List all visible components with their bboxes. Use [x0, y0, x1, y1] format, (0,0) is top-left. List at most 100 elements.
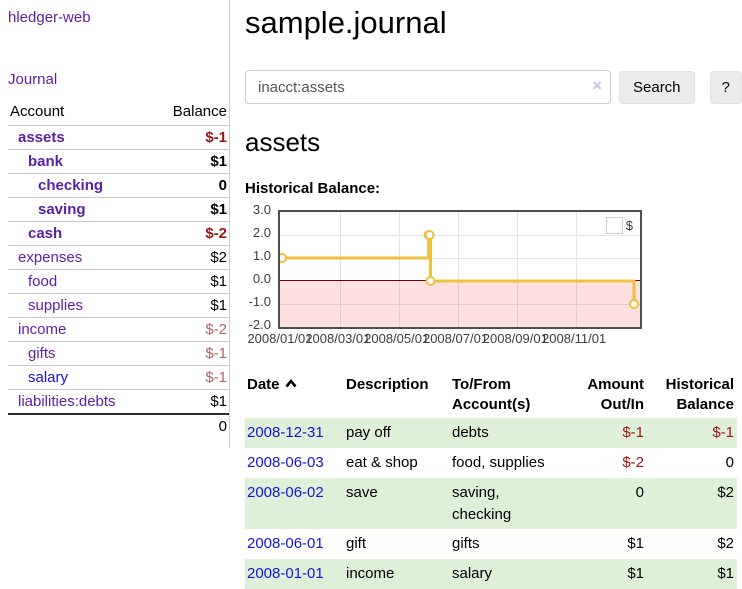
- account-row: salary $-1: [8, 366, 229, 390]
- chart-plot-area[interactable]: $: [278, 210, 642, 329]
- account-row: assets $-1: [8, 126, 229, 150]
- account-link[interactable]: assets: [18, 129, 65, 146]
- accounts-header-balance: Balance: [151, 101, 229, 126]
- register-header-amount: Amount Out/In: [566, 372, 647, 419]
- account-link[interactable]: liabilities:debts: [18, 393, 116, 410]
- transaction-accounts: salary: [450, 559, 566, 589]
- register-header-description: Description: [344, 372, 450, 419]
- transaction-row: 2008-06-01giftgifts$1$2: [245, 529, 737, 559]
- y-axis-tick-label: 1.0: [245, 249, 271, 263]
- account-row: saving $1: [8, 198, 229, 222]
- account-balance: $-2: [151, 222, 229, 246]
- transaction-description: save: [344, 478, 450, 530]
- register-header-date[interactable]: Date: [245, 372, 344, 419]
- account-name-cell: cash: [8, 222, 151, 246]
- account-balance: $-1: [151, 342, 229, 366]
- account-row: checking 0: [8, 174, 229, 198]
- legend-label: $: [626, 218, 633, 233]
- account-balance: $1: [151, 390, 229, 415]
- account-row: liabilities:debts $1: [8, 390, 229, 415]
- account-balance: $-1: [151, 126, 229, 150]
- sort-ascending-icon: [285, 378, 297, 389]
- account-balance: $-1: [151, 366, 229, 390]
- account-name-cell: expenses: [8, 246, 151, 270]
- transaction-date-link[interactable]: 2008-06-02: [247, 484, 324, 501]
- account-heading: assets: [245, 128, 742, 157]
- account-row: gifts $-1: [8, 342, 229, 366]
- account-balance: $1: [151, 150, 229, 174]
- y-axis-tick-label: -1.0: [245, 295, 271, 309]
- account-balance: $2: [151, 246, 229, 270]
- y-axis-tick-label: 3.0: [245, 203, 271, 217]
- account-row: bank $1: [8, 150, 229, 174]
- account-link[interactable]: cash: [28, 225, 62, 242]
- chart-series-line: [280, 212, 640, 327]
- account-balance: $1: [151, 198, 229, 222]
- sidebar-nav: Journal: [8, 71, 229, 88]
- transaction-amount: $-2: [566, 448, 647, 478]
- y-axis-tick-label: -2.0: [245, 318, 271, 332]
- accounts-total-spacer: [8, 414, 151, 438]
- account-link[interactable]: checking: [38, 177, 103, 194]
- transaction-date-link[interactable]: 2008-06-01: [247, 535, 324, 552]
- search-form: × Search ?: [245, 70, 742, 104]
- accounts-total-row: 0: [8, 414, 229, 438]
- transaction-balance: $2: [647, 478, 737, 530]
- transaction-balance: $-1: [647, 418, 737, 448]
- account-name-cell: bank: [8, 150, 151, 174]
- transaction-date-cell: 2008-01-01: [245, 559, 344, 589]
- account-name-cell: gifts: [8, 342, 151, 366]
- search-input[interactable]: [245, 70, 611, 104]
- account-link[interactable]: bank: [28, 153, 63, 170]
- transaction-date-cell: 2008-06-01: [245, 529, 344, 559]
- transaction-description: gift: [344, 529, 450, 559]
- register-table: DateDescriptionTo/From Account(s)Amount …: [245, 372, 737, 589]
- account-link[interactable]: gifts: [28, 345, 56, 362]
- transaction-amount: $1: [566, 529, 647, 559]
- sidebar: hledger-web Journal Account Balance asse…: [0, 0, 230, 448]
- y-axis-tick-label: 0.0: [245, 272, 271, 286]
- account-balance: $-2: [151, 318, 229, 342]
- clear-search-icon[interactable]: ×: [592, 77, 602, 96]
- main-content: sample.journal × Search ? assets Histori…: [230, 0, 742, 589]
- chart-legend: $: [604, 216, 635, 235]
- transaction-date-cell: 2008-12-31: [245, 418, 344, 448]
- account-name-cell: liabilities:debts: [8, 390, 151, 415]
- transaction-amount: 0: [566, 478, 647, 530]
- account-name-cell: saving: [8, 198, 151, 222]
- chart-title: Historical Balance:: [245, 180, 742, 197]
- transaction-row: 2008-01-01incomesalary$1$1: [245, 559, 737, 589]
- account-link[interactable]: expenses: [18, 249, 82, 266]
- account-link[interactable]: income: [18, 321, 66, 338]
- transaction-description: income: [344, 559, 450, 589]
- x-axis-tick-label: 2008/05/01: [363, 331, 431, 346]
- data-point-marker[interactable]: [427, 277, 435, 285]
- account-balance: $1: [151, 294, 229, 318]
- page-title: sample.journal: [245, 4, 742, 41]
- account-name-cell: supplies: [8, 294, 151, 318]
- transaction-date-link[interactable]: 2008-12-31: [247, 424, 324, 441]
- account-link[interactable]: saving: [38, 201, 86, 218]
- accounts-total-value: 0: [151, 414, 229, 438]
- search-help-button[interactable]: ?: [710, 71, 742, 104]
- nav-journal-link[interactable]: Journal: [8, 71, 57, 88]
- data-point-marker[interactable]: [630, 300, 638, 308]
- search-button[interactable]: Search: [619, 71, 695, 104]
- transaction-balance: $1: [647, 559, 737, 589]
- account-name-cell: income: [8, 318, 151, 342]
- transaction-row: 2008-12-31pay offdebts$-1$-1: [245, 418, 737, 448]
- data-point-marker[interactable]: [426, 231, 434, 239]
- data-point-marker[interactable]: [280, 254, 286, 262]
- account-row: income $-2: [8, 318, 229, 342]
- account-link[interactable]: food: [28, 273, 57, 290]
- transaction-accounts: debts: [450, 418, 566, 448]
- transaction-date-link[interactable]: 2008-01-01: [247, 565, 324, 582]
- account-link[interactable]: salary: [28, 369, 68, 386]
- app-title-link[interactable]: hledger-web: [8, 9, 91, 26]
- transaction-balance: $2: [647, 529, 737, 559]
- account-balance: 0: [151, 174, 229, 198]
- account-name-cell: salary: [8, 366, 151, 390]
- account-link[interactable]: supplies: [28, 297, 83, 314]
- transaction-date-link[interactable]: 2008-06-03: [247, 454, 324, 471]
- x-axis-tick-label: 2008/07/01: [422, 331, 490, 346]
